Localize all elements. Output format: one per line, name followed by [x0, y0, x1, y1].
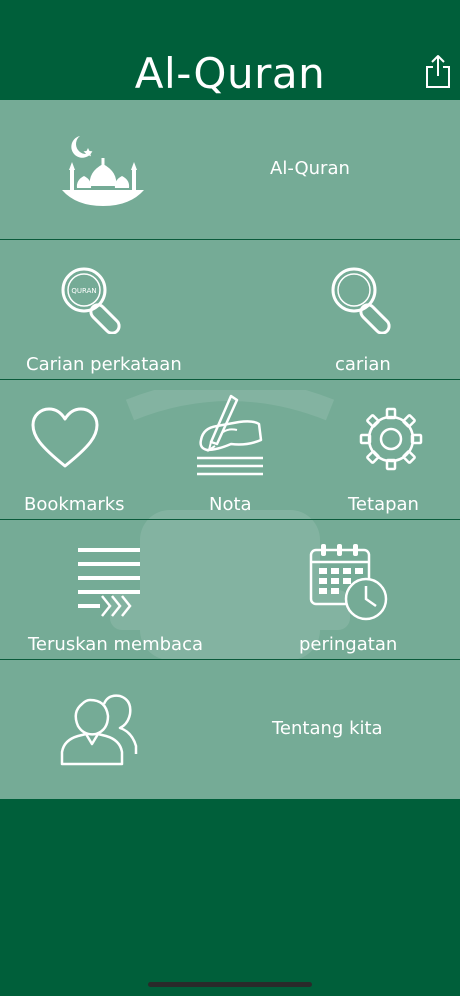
menu-item-label: Teruskan membaca [28, 634, 203, 655]
menu-item-al-quran[interactable]: Al-Quran [0, 100, 460, 239]
menu-item-label: Nota [209, 494, 252, 515]
menu-item-label: Al-Quran [270, 158, 350, 179]
home-indicator [148, 982, 312, 987]
menu-row-4: Teruskan membaca peringatan [0, 520, 460, 660]
heart-icon [31, 407, 99, 468]
continue-reading-icon [78, 548, 140, 617]
gear-icon [359, 407, 423, 471]
share-button[interactable] [424, 54, 452, 90]
menu-row-5: Tentang kita [0, 660, 460, 799]
menu-item-label: carian [335, 354, 391, 375]
menu-item-peringatan[interactable]: peringatan [230, 520, 460, 659]
quran-text: QURAN [71, 287, 96, 295]
menu-row-1: Al-Quran [0, 100, 460, 240]
menu-item-nota[interactable]: Nota [153, 380, 307, 519]
share-icon [426, 55, 450, 88]
menu-item-carian[interactable]: carian [230, 240, 460, 379]
users-icon [60, 694, 138, 766]
menu-item-label: peringatan [299, 634, 398, 655]
nav-bar: Al-Quran [0, 0, 460, 100]
search-icon [331, 267, 391, 334]
menu-row-3: Bookmarks Nota Tetapan [0, 380, 460, 520]
mosque-icon [62, 136, 144, 206]
menu-item-label: Carian perkataan [26, 354, 182, 375]
menu-item-label: Tentang kita [272, 718, 383, 739]
menu-item-label: Tetapan [348, 494, 419, 515]
menu-item-bookmarks[interactable]: Bookmarks [0, 380, 153, 519]
menu-item-tetapan[interactable]: Tetapan [307, 380, 460, 519]
menu-item-tentang-kita[interactable]: Tentang kita [0, 660, 460, 799]
menu-item-teruskan-membaca[interactable]: Teruskan membaca [0, 520, 230, 659]
main-menu: Al-Quran QURAN Carian perkataan carian B… [0, 100, 460, 799]
calendar-clock-icon [309, 544, 388, 621]
writing-hand-icon [197, 394, 263, 476]
menu-row-2: QURAN Carian perkataan carian [0, 240, 460, 380]
menu-item-carian-perkataan[interactable]: QURAN Carian perkataan [0, 240, 230, 379]
quran-search-icon: QURAN [61, 267, 121, 334]
menu-item-label: Bookmarks [24, 494, 125, 515]
page-title: Al-Quran [134, 49, 326, 98]
